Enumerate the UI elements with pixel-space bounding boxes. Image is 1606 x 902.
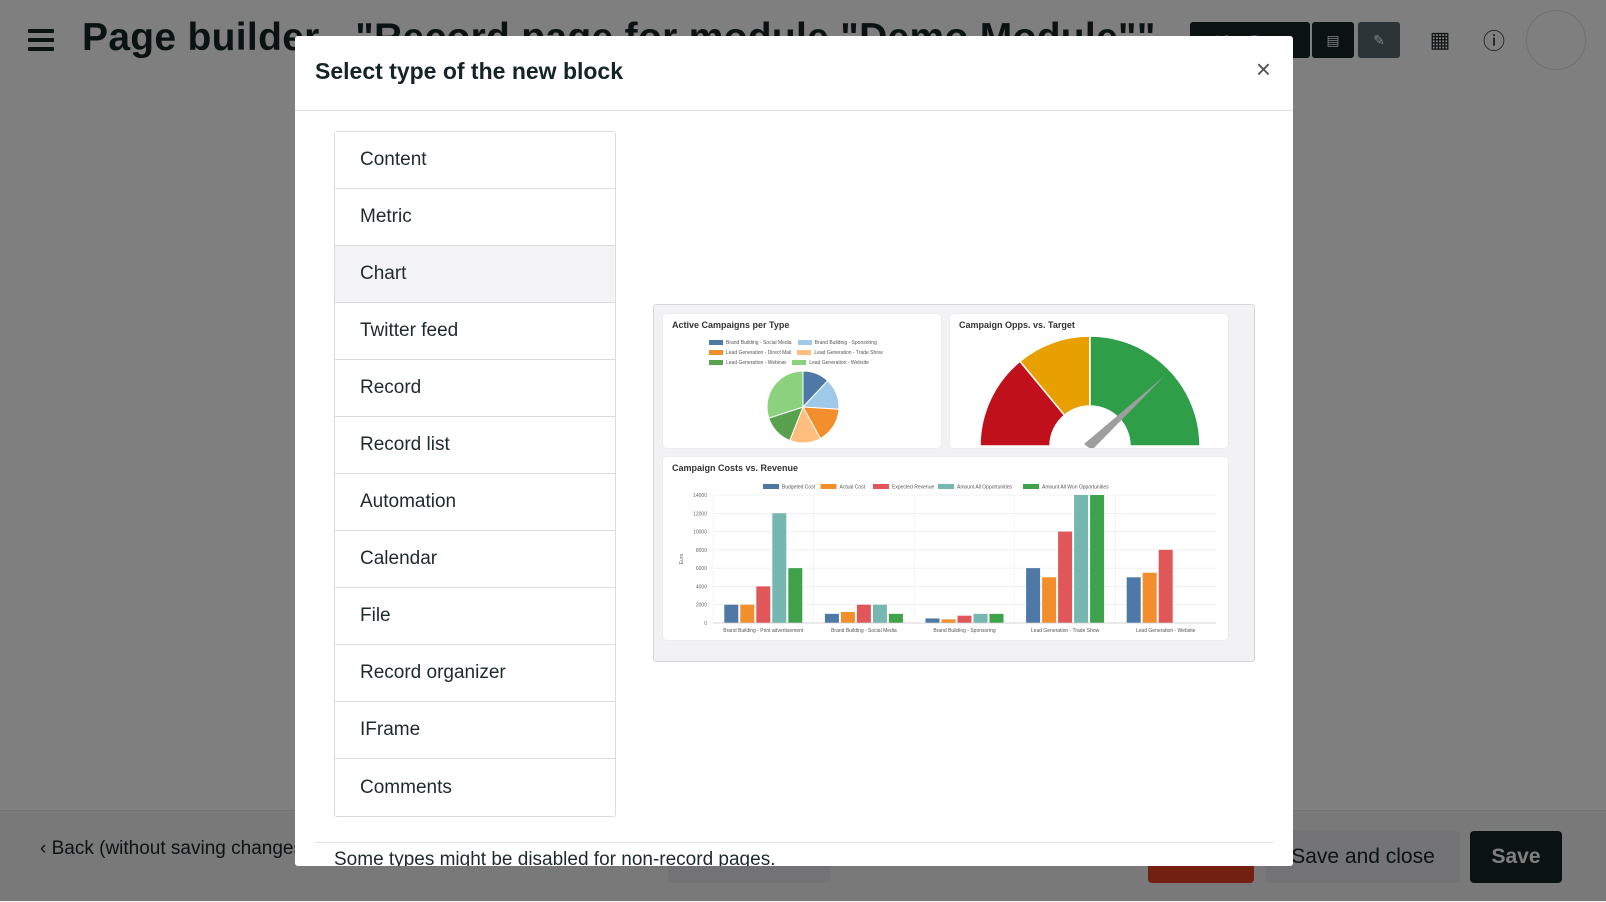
pie-chart-card: Active Campaigns per Type Brand Building…	[663, 314, 941, 448]
bar	[1026, 568, 1041, 623]
y-tick-label: 14000	[693, 493, 707, 499]
y-tick-label: 10000	[693, 530, 707, 536]
bar	[925, 618, 940, 623]
block-type-file[interactable]: File	[335, 588, 615, 645]
block-type-chart[interactable]: Chart	[335, 246, 615, 303]
legend-swatch	[763, 484, 779, 489]
bar	[1074, 495, 1089, 623]
bar	[772, 513, 787, 623]
bar	[1158, 549, 1173, 623]
block-type-comments[interactable]: Comments	[335, 759, 615, 816]
bar	[1142, 572, 1157, 623]
bar	[756, 586, 771, 623]
x-tick-label: Lead Generation - Trade Show	[1031, 628, 1100, 634]
y-tick-label: 0	[704, 621, 707, 627]
y-tick-label: 12000	[693, 511, 707, 517]
legend-label: Amount All Won Opportunities	[1042, 485, 1109, 491]
block-type-record-list[interactable]: Record list	[335, 417, 615, 474]
bar	[840, 612, 855, 623]
legend-swatch	[1023, 484, 1039, 489]
legend-label: Expected Revenue	[892, 485, 934, 491]
bar	[724, 604, 739, 623]
block-type-record-organizer[interactable]: Record organizer	[335, 645, 615, 702]
y-tick-label: 4000	[696, 584, 707, 590]
bar	[872, 604, 887, 623]
gauge-chart	[979, 335, 1201, 448]
y-tick-label: 6000	[696, 566, 707, 572]
y-tick-label: 2000	[696, 603, 707, 609]
modal-title: Select type of the new block	[315, 58, 624, 84]
legend-swatch	[938, 484, 954, 489]
x-tick-label: Lead Generation - Website	[1136, 628, 1196, 634]
legend-swatch	[873, 484, 889, 489]
block-type-record[interactable]: Record	[335, 360, 615, 417]
legend-label: Budgeted Cost	[782, 485, 816, 491]
bar	[856, 604, 871, 623]
block-type-iframe[interactable]: IFrame	[335, 702, 615, 759]
select-block-type-modal: Select type of the new block × Content M…	[295, 36, 1293, 866]
block-type-list: Content Metric Chart Twitter feed Record…	[334, 131, 616, 817]
block-type-automation[interactable]: Automation	[335, 474, 615, 531]
modal-header: Select type of the new block ×	[295, 36, 1293, 111]
legend-label: Amount All Opportunities	[957, 485, 1013, 491]
block-type-metric[interactable]: Metric	[335, 189, 615, 246]
block-type-calendar[interactable]: Calendar	[335, 531, 615, 588]
bar-chart: Budgeted Cost Actual Cost Expected Revenue…	[679, 484, 1216, 634]
bar	[740, 604, 755, 623]
legend-label: Actual Cost	[840, 485, 866, 491]
gauge-chart-card: Campaign Opps. vs. Target	[950, 314, 1228, 448]
legend-swatch	[820, 484, 837, 489]
block-type-content[interactable]: Content	[335, 132, 615, 189]
bar	[957, 615, 972, 623]
block-type-twitter-feed[interactable]: Twitter feed	[335, 303, 615, 360]
x-tick-label: Brand Building - Print advertisement	[723, 628, 804, 634]
chart-preview-image: Active Campaigns per Type Brand Building…	[653, 304, 1255, 662]
bar	[989, 613, 1004, 623]
modal-divider	[315, 842, 1273, 843]
bar	[788, 568, 803, 623]
modal-footnote: Some types might be disabled for non-rec…	[334, 849, 776, 866]
y-tick-label: 8000	[696, 548, 707, 554]
bar	[941, 619, 956, 623]
bar-chart-card: Campaign Costs vs. Revenue Budgeted Cost…	[663, 457, 1228, 640]
pie-chart	[766, 370, 840, 444]
bar	[1042, 577, 1057, 623]
x-tick-label: Brand Building - Social Media	[831, 628, 897, 634]
close-icon[interactable]: ×	[1256, 56, 1271, 82]
bar	[1058, 531, 1073, 623]
bar	[973, 613, 988, 623]
bar	[824, 613, 839, 623]
bar	[1090, 495, 1105, 623]
x-tick-label: Brand Building - Sponsoring	[933, 628, 995, 634]
bar	[1126, 577, 1141, 623]
bar	[888, 613, 903, 623]
y-axis-label: Euro	[679, 554, 685, 565]
